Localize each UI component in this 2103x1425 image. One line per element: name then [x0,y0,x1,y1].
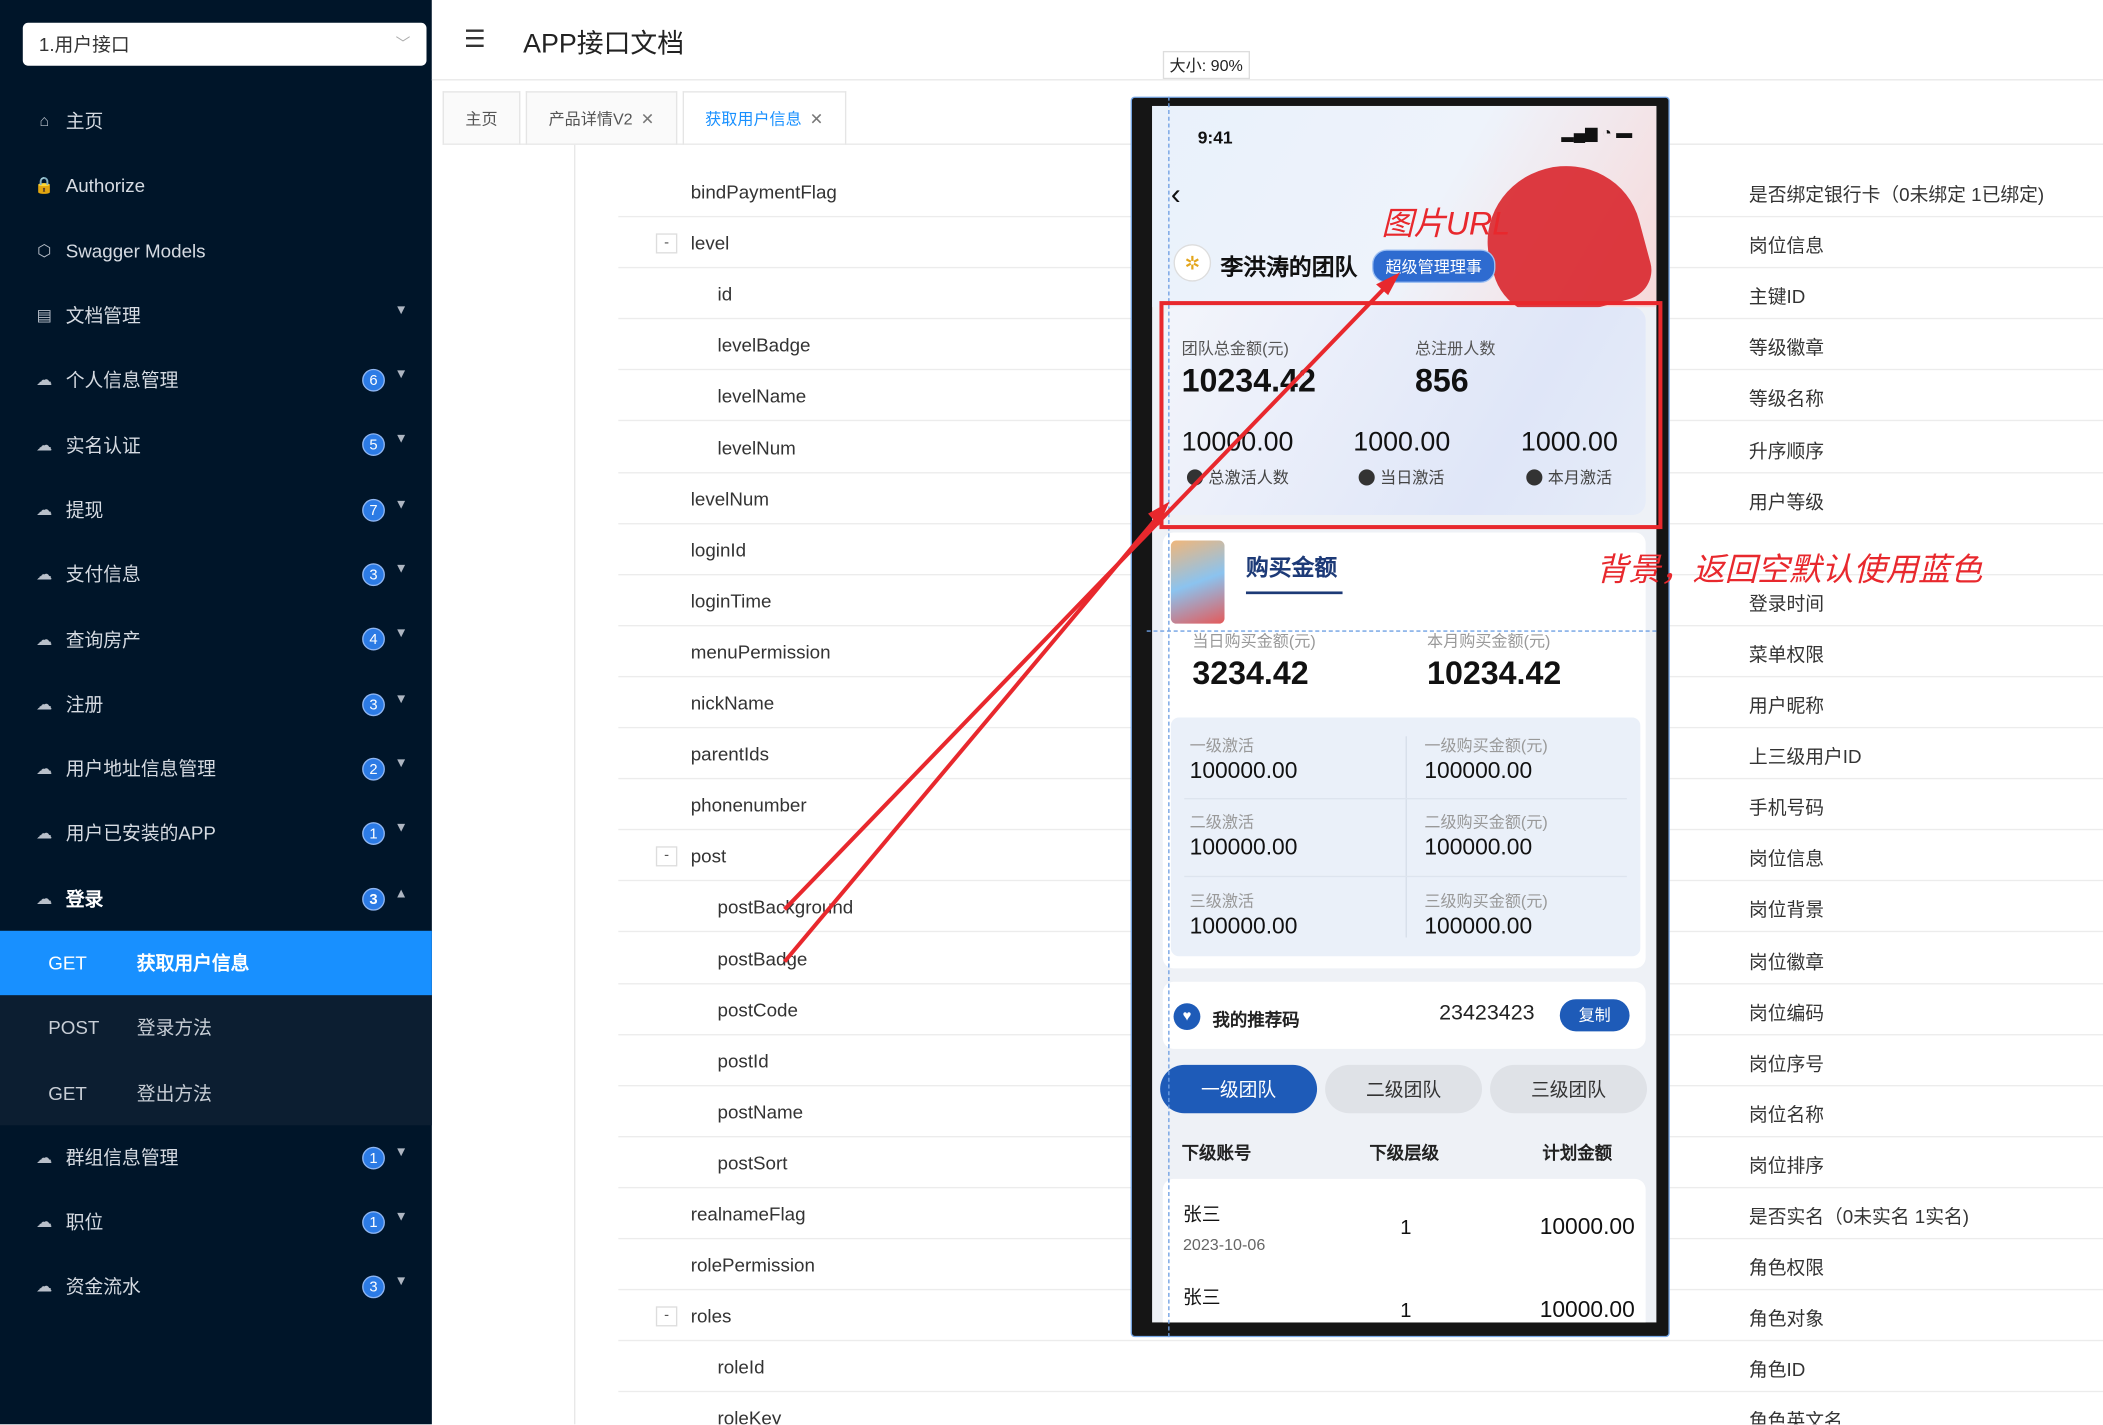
arrow-to-background [783,511,1164,963]
arrow-to-image-url [783,282,1390,911]
annotation-arrows [783,272,1663,963]
highlight-box [1159,301,1663,530]
annotation-background: 背景，返回空默认使用蓝色 [1596,552,1983,589]
annotation-image-url: 图片URL [1381,206,1511,243]
